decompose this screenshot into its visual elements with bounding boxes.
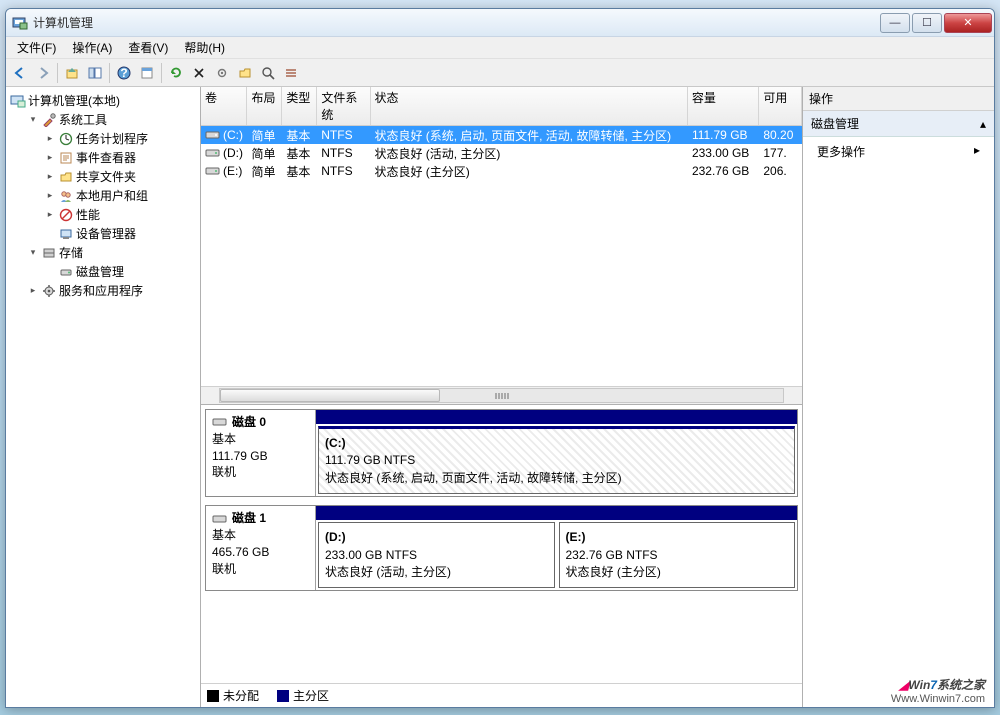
caret-down-icon: ▾ <box>27 247 39 259</box>
app-window: 计算机管理 — ☐ ✕ 文件(F) 操作(A) 查看(V) 帮助(H) ? <box>5 8 995 708</box>
volume-row[interactable]: (D:)简单基本NTFS状态良好 (活动, 主分区)233.00 GB177. <box>201 144 802 162</box>
col-freespace[interactable]: 可用 <box>759 87 802 125</box>
volume-list-scrollbar[interactable] <box>201 386 802 404</box>
help-button[interactable]: ? <box>113 62 135 84</box>
window-title: 计算机管理 <box>33 14 880 31</box>
legend: 未分配 主分区 <box>201 683 802 707</box>
storage-icon <box>41 245 57 261</box>
users-icon <box>58 188 74 204</box>
collapse-icon: ▴ <box>980 117 986 131</box>
disk-icon <box>58 264 74 280</box>
menu-action[interactable]: 操作(A) <box>64 37 120 58</box>
disk-block[interactable]: 磁盘 0基本111.79 GB联机(C:)111.79 GB NTFS状态良好 … <box>205 409 798 497</box>
tree-root[interactable]: 计算机管理(本地) <box>8 91 198 110</box>
up-button[interactable] <box>61 62 83 84</box>
tree-device-manager[interactable]: 设备管理器 <box>42 224 198 243</box>
col-filesystem[interactable]: 文件系统 <box>317 87 370 125</box>
col-status[interactable]: 状态 <box>371 87 688 125</box>
zoom-icon[interactable] <box>257 62 279 84</box>
content-panel: 卷 布局 类型 文件系统 状态 容量 可用 (C:)简单基本NTFS状态良好 (… <box>201 87 802 707</box>
computer-icon <box>10 93 26 109</box>
main-area: 计算机管理(本地) ▾ 系统工具 ▸任务计划程序 ▸事件查看器 ▸共享文件夹 ▸… <box>6 87 994 707</box>
tree-panel[interactable]: 计算机管理(本地) ▾ 系统工具 ▸任务计划程序 ▸事件查看器 ▸共享文件夹 ▸… <box>6 87 201 707</box>
chevron-right-icon: ▸ <box>974 143 980 160</box>
actions-group[interactable]: 磁盘管理 ▴ <box>803 111 994 137</box>
folder-shared-icon <box>58 169 74 185</box>
caret-right-icon: ▸ <box>44 171 56 183</box>
partition[interactable]: (E:)232.76 GB NTFS状态良好 (主分区) <box>559 522 796 588</box>
clock-icon <box>58 131 74 147</box>
actions-panel: 操作 磁盘管理 ▴ 更多操作 ▸ <box>802 87 994 707</box>
menubar: 文件(F) 操作(A) 查看(V) 帮助(H) <box>6 37 994 59</box>
tree-services[interactable]: ▸ 服务和应用程序 <box>25 281 198 300</box>
svg-text:?: ? <box>120 66 127 80</box>
list-icon[interactable] <box>280 62 302 84</box>
app-icon <box>12 15 28 31</box>
window-controls: — ☐ ✕ <box>880 13 992 33</box>
disk-graphics[interactable]: 磁盘 0基本111.79 GB联机(C:)111.79 GB NTFS状态良好 … <box>201 405 802 683</box>
caret-right-icon: ▸ <box>44 152 56 164</box>
caret-right-icon: ▸ <box>44 209 56 221</box>
col-capacity[interactable]: 容量 <box>688 87 759 125</box>
actions-header: 操作 <box>803 87 994 111</box>
partition[interactable]: (D:)233.00 GB NTFS状态良好 (活动, 主分区) <box>318 522 555 588</box>
tree-storage[interactable]: ▾ 存储 <box>25 243 198 262</box>
titlebar: 计算机管理 — ☐ ✕ <box>6 9 994 37</box>
volume-list: 卷 布局 类型 文件系统 状态 容量 可用 (C:)简单基本NTFS状态良好 (… <box>201 87 802 405</box>
services-icon <box>41 283 57 299</box>
tree-shared-folders[interactable]: ▸共享文件夹 <box>42 167 198 186</box>
maximize-button[interactable]: ☐ <box>912 13 942 33</box>
toolbar: ? <box>6 59 994 87</box>
minimize-button[interactable]: — <box>880 13 910 33</box>
menu-file[interactable]: 文件(F) <box>9 37 64 58</box>
caret-right-icon: ▸ <box>44 190 56 202</box>
settings-icon[interactable] <box>211 62 233 84</box>
show-hide-tree-button[interactable] <box>84 62 106 84</box>
tree-system-tools[interactable]: ▾ 系统工具 <box>25 110 198 129</box>
partition[interactable]: (C:)111.79 GB NTFS状态良好 (系统, 启动, 页面文件, 活动… <box>318 426 795 494</box>
splitter-grip[interactable] <box>487 387 517 404</box>
volume-list-header: 卷 布局 类型 文件系统 状态 容量 可用 <box>201 87 802 126</box>
performance-icon <box>58 207 74 223</box>
tree-task-scheduler[interactable]: ▸任务计划程序 <box>42 129 198 148</box>
tree-local-users[interactable]: ▸本地用户和组 <box>42 186 198 205</box>
menu-view[interactable]: 查看(V) <box>120 37 176 58</box>
actions-more[interactable]: 更多操作 ▸ <box>803 137 994 166</box>
volume-row[interactable]: (E:)简单基本NTFS状态良好 (主分区)232.76 GB206. <box>201 162 802 180</box>
scrollbar-thumb[interactable] <box>220 389 440 402</box>
properties-button[interactable] <box>136 62 158 84</box>
device-icon <box>58 226 74 242</box>
tools-icon <box>41 112 57 128</box>
disk-block[interactable]: 磁盘 1基本465.76 GB联机(D:)233.00 GB NTFS状态良好 … <box>205 505 798 591</box>
caret-down-icon: ▾ <box>27 114 39 126</box>
legend-unallocated: 未分配 <box>207 687 259 704</box>
tree-performance[interactable]: ▸性能 <box>42 205 198 224</box>
col-volume[interactable]: 卷 <box>201 87 247 125</box>
back-button[interactable] <box>9 62 31 84</box>
caret-right-icon: ▸ <box>27 285 39 297</box>
col-layout[interactable]: 布局 <box>247 87 282 125</box>
volume-list-body[interactable]: (C:)简单基本NTFS状态良好 (系统, 启动, 页面文件, 活动, 故障转储… <box>201 126 802 386</box>
delete-button[interactable] <box>188 62 210 84</box>
refresh-button[interactable] <box>165 62 187 84</box>
legend-primary: 主分区 <box>277 687 329 704</box>
tree-event-viewer[interactable]: ▸事件查看器 <box>42 148 198 167</box>
col-type[interactable]: 类型 <box>282 87 317 125</box>
menu-help[interactable]: 帮助(H) <box>176 37 233 58</box>
forward-button[interactable] <box>32 62 54 84</box>
caret-right-icon: ▸ <box>44 133 56 145</box>
volume-row[interactable]: (C:)简单基本NTFS状态良好 (系统, 启动, 页面文件, 活动, 故障转储… <box>201 126 802 144</box>
tree-disk-management[interactable]: 磁盘管理 <box>42 262 198 281</box>
event-icon <box>58 150 74 166</box>
open-icon[interactable] <box>234 62 256 84</box>
close-button[interactable]: ✕ <box>944 13 992 33</box>
